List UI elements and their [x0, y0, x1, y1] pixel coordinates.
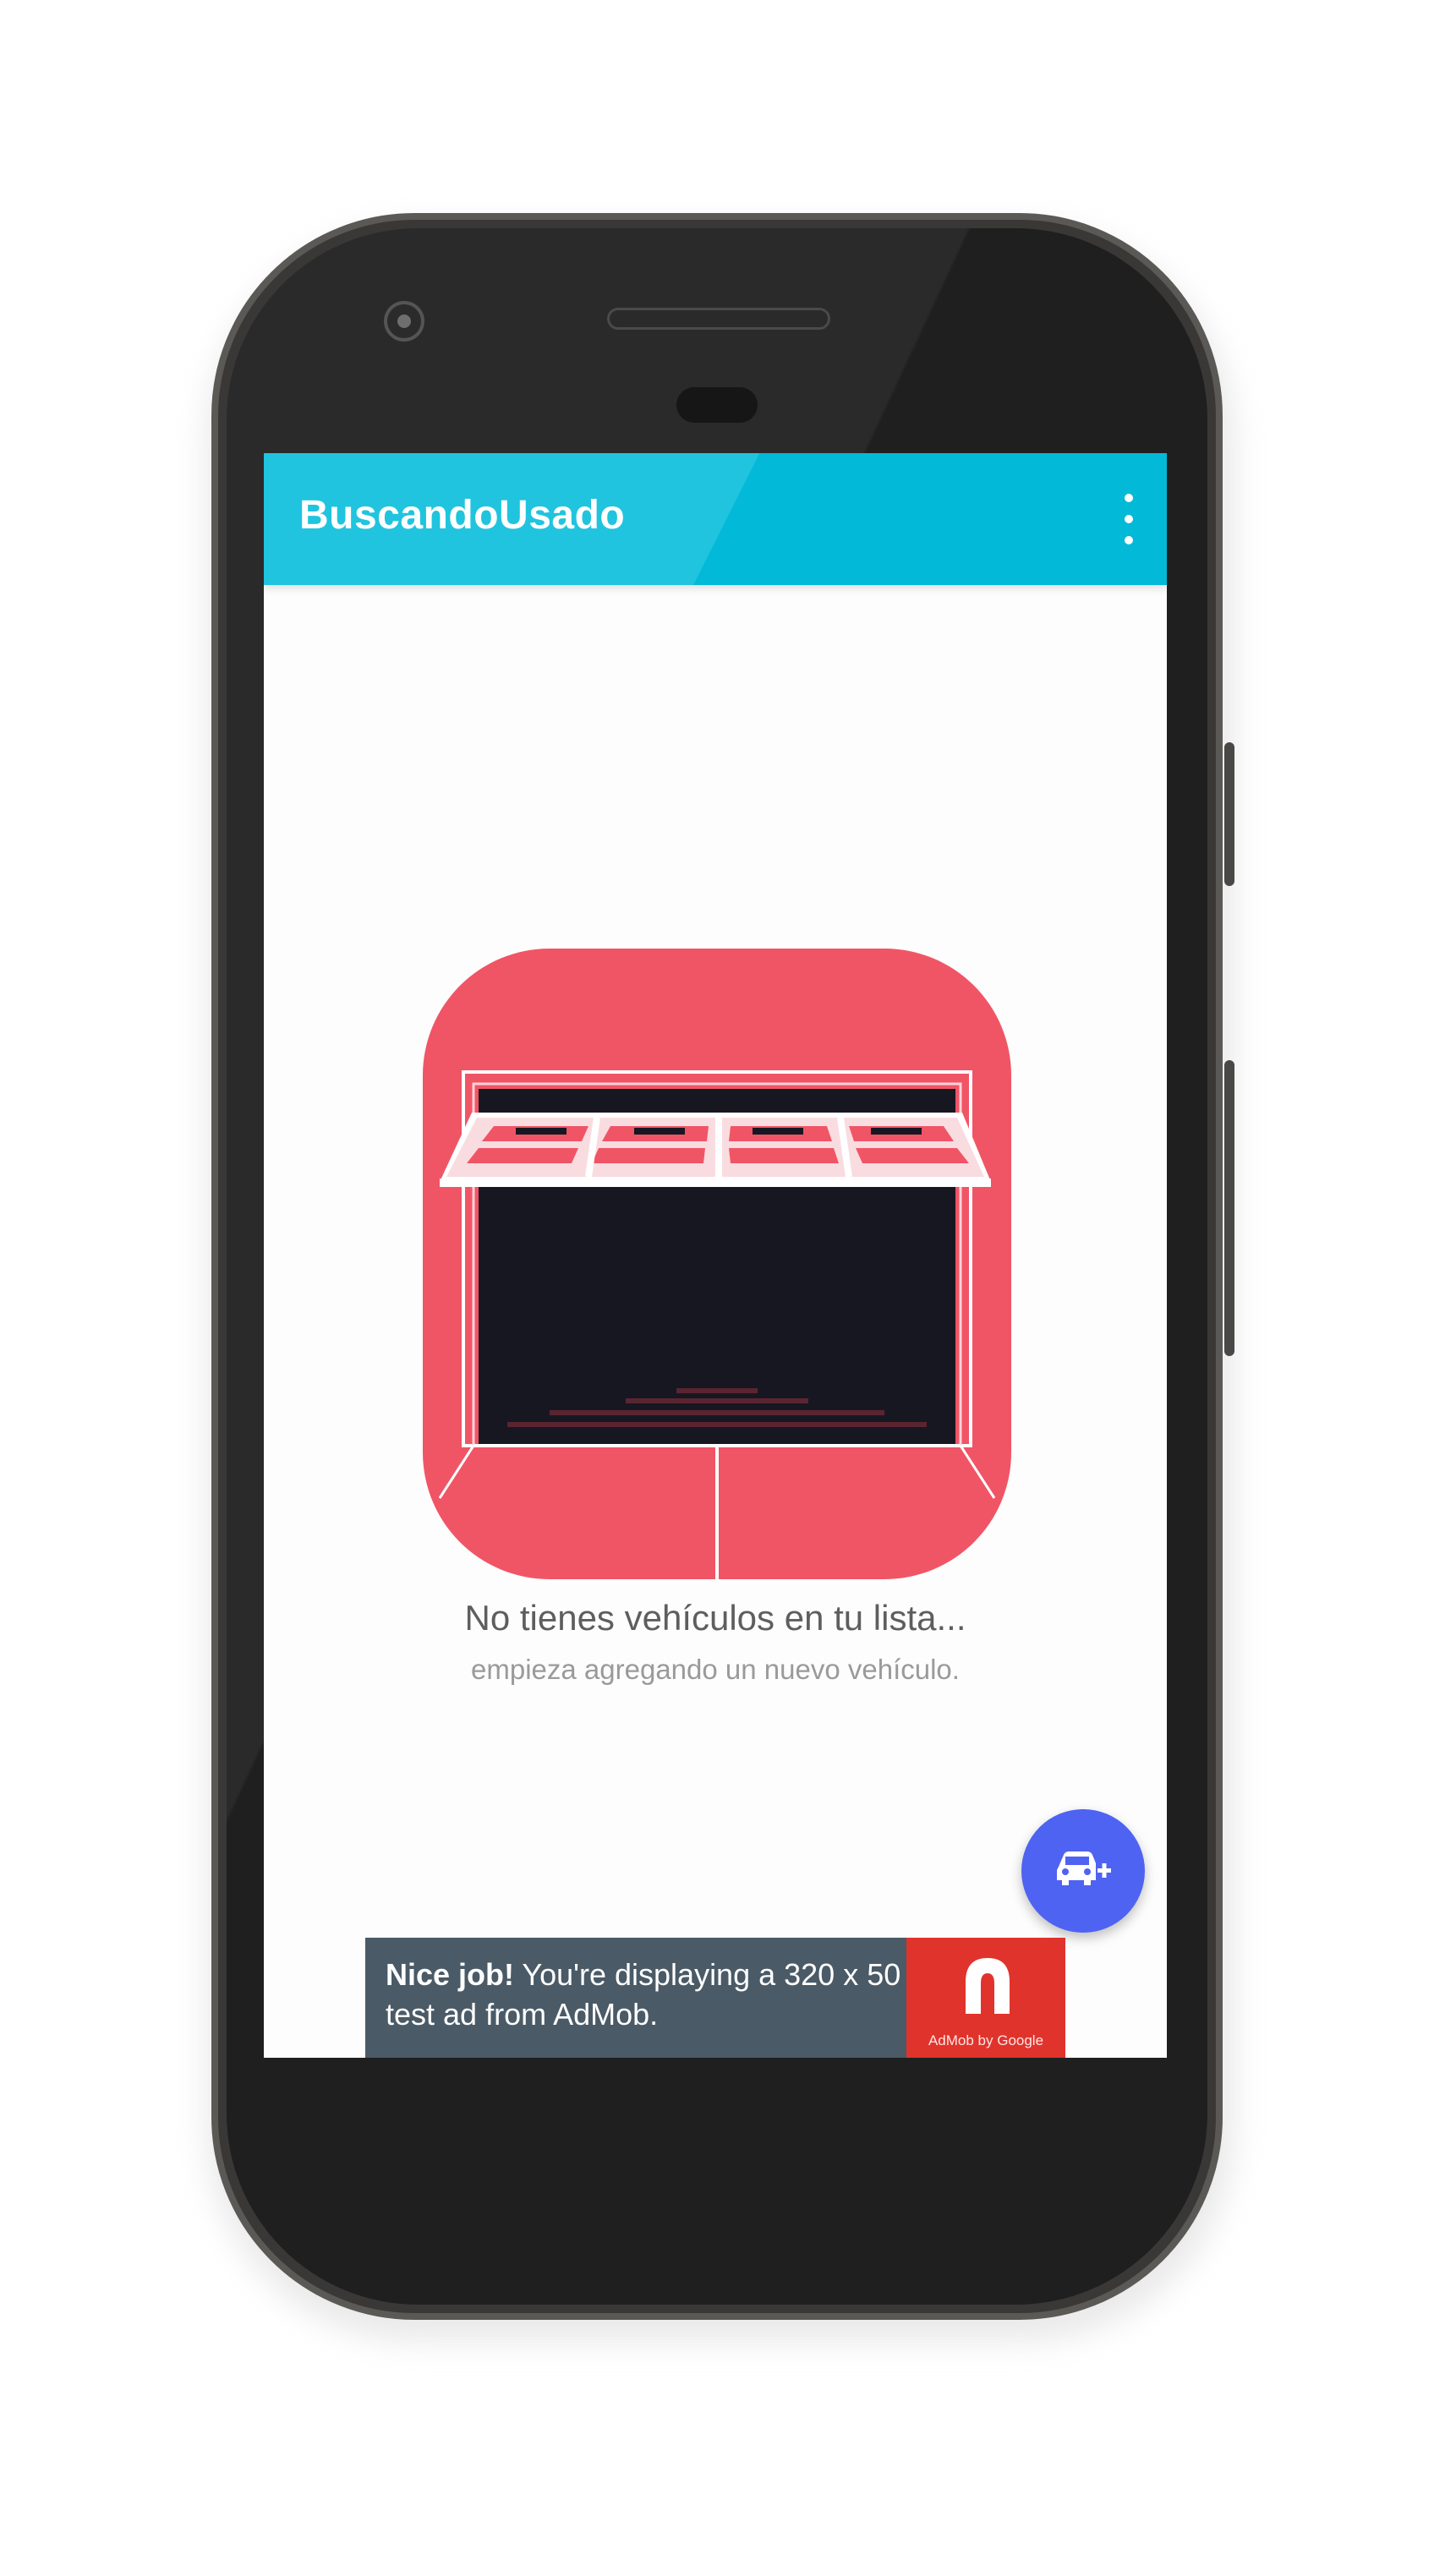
- app-title: BuscandoUsado: [299, 493, 626, 538]
- power-button: [1224, 742, 1234, 886]
- app-bar: BuscandoUsado: [264, 453, 1167, 585]
- ad-logo-caption: AdMob by Google: [928, 2032, 1044, 2048]
- earpiece-speaker: [607, 308, 830, 330]
- ad-bold-text: Nice job!: [386, 1957, 515, 1992]
- empty-state-title: No tienes vehículos en tu lista...: [464, 1598, 966, 1638]
- empty-state-subtitle: empieza agregando un nuevo vehículo.: [471, 1654, 960, 1685]
- admob-logo: AdMob by Google: [906, 1938, 1065, 2058]
- proximity-sensor: [676, 387, 758, 423]
- admob-logo-icon: [966, 1958, 1010, 2014]
- ad-banner[interactable]: Nice job! You're displaying a 320 x 50 t…: [365, 1938, 1065, 2058]
- more-vert-icon[interactable]: [1116, 494, 1141, 544]
- ad-text: Nice job! You're displaying a 320 x 50 t…: [386, 1955, 901, 2034]
- garage-icon: [423, 949, 1011, 1579]
- add-car-icon: [1057, 1851, 1111, 1885]
- volume-button: [1224, 1060, 1234, 1356]
- device-mockup: BuscandoUsado No tienes vehículos en tu …: [0, 0, 1456, 2576]
- add-vehicle-button[interactable]: [1021, 1809, 1145, 1933]
- front-camera-icon: [384, 301, 424, 342]
- app-screen: BuscandoUsado No tienes vehículos en tu …: [264, 453, 1167, 2058]
